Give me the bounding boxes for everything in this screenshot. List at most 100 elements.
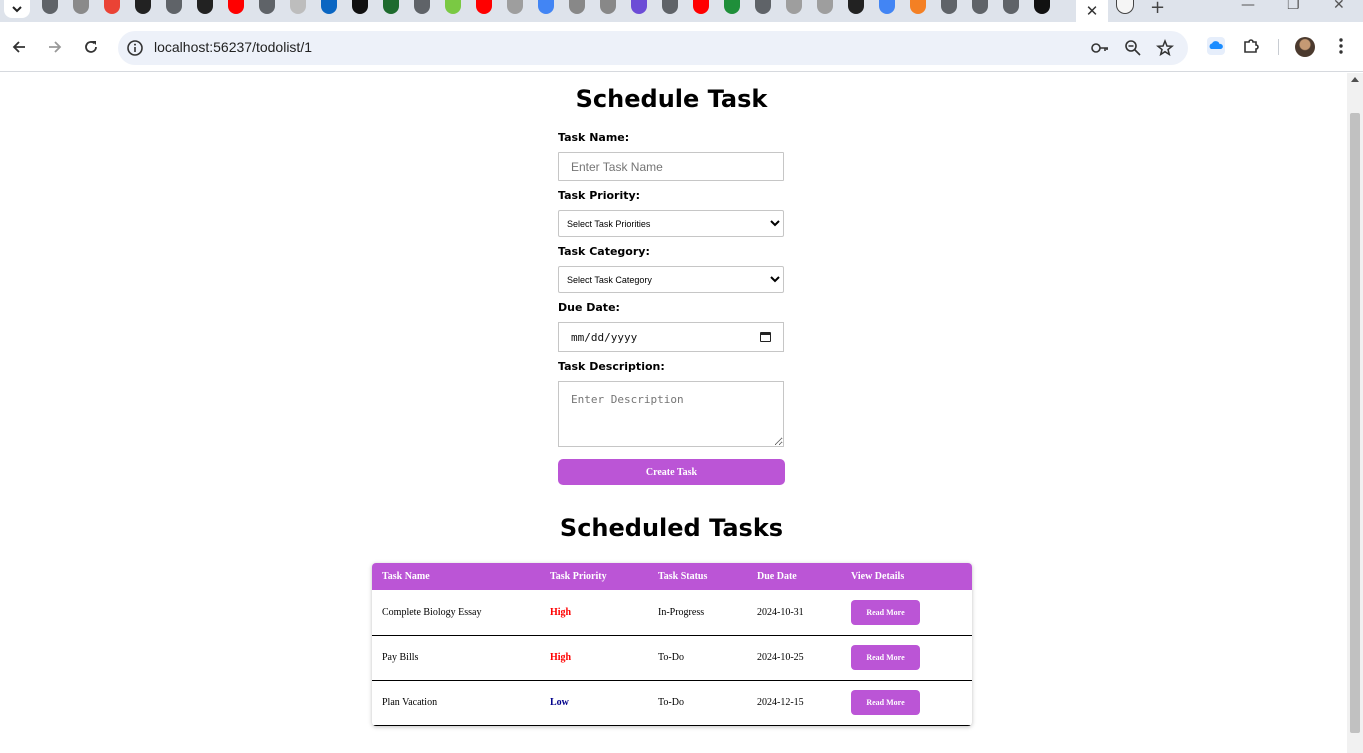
linkedin-icon[interactable] <box>321 0 337 14</box>
due-date-cell: 2024-10-31 <box>747 590 841 636</box>
google-icon[interactable] <box>879 0 895 14</box>
w-icon[interactable] <box>724 0 740 14</box>
minimize-button[interactable]: — <box>1241 0 1255 13</box>
column-header-task-priority: Task Priority <box>540 563 648 590</box>
cloud-icon[interactable] <box>445 0 461 14</box>
circle-icon[interactable] <box>817 0 833 14</box>
schedule-task-form: Task Name: Task Priority: Select Task Pr… <box>558 131 785 485</box>
view-details-cell: Read More <box>841 590 972 636</box>
shoe-icon[interactable] <box>600 0 616 14</box>
task-status-cell: To-Do <box>648 635 747 681</box>
cloud-extension-icon[interactable] <box>1206 36 1226 56</box>
kebab-menu-icon[interactable] <box>1334 36 1348 56</box>
read-more-button[interactable]: Read More <box>851 645 920 670</box>
github-icon[interactable] <box>197 0 213 14</box>
column-header-view-details: View Details <box>841 563 972 590</box>
youtube-icon[interactable] <box>228 0 244 14</box>
extensions-puzzle-icon[interactable] <box>1242 36 1262 56</box>
table-header-row: Task Name Task Priority Task Status Due … <box>372 563 972 590</box>
table-row: Plan Vacation Low To-Do 2024-12-15 Read … <box>372 680 972 726</box>
task-name-cell: Pay Bills <box>372 635 540 681</box>
calendar-icon[interactable] <box>760 332 771 342</box>
task-status-cell: In-Progress <box>648 590 747 636</box>
scroll-up-arrow-icon[interactable] <box>1351 77 1359 82</box>
shoe-icon[interactable] <box>569 0 585 14</box>
youtube-icon[interactable] <box>476 0 492 14</box>
column-header-task-status: Task Status <box>648 563 747 590</box>
task-category-select[interactable]: Select Task Category <box>558 266 784 293</box>
read-more-button[interactable]: Read More <box>851 599 920 625</box>
site-info-icon[interactable] <box>126 39 144 57</box>
task-priority-cell: High <box>540 590 648 636</box>
task-description-label: Task Description: <box>558 360 665 373</box>
due-date-cell: 2024-10-25 <box>747 635 841 681</box>
read-more-button[interactable]: Read More <box>851 690 920 715</box>
globe-icon[interactable] <box>941 0 957 14</box>
globe-icon[interactable] <box>662 0 678 14</box>
form-title: Schedule Task <box>575 85 768 113</box>
task-name-input[interactable] <box>558 152 784 181</box>
globe-icon[interactable] <box>972 0 988 14</box>
forward-button[interactable] <box>44 36 66 58</box>
task-description-textarea[interactable] <box>558 381 784 447</box>
column-header-task-name: Task Name <box>372 563 540 590</box>
bookmark-star-icon[interactable] <box>1156 39 1174 57</box>
circle-icon[interactable] <box>786 0 802 14</box>
page-scrollbar[interactable] <box>1347 73 1363 753</box>
tasks-table: Task Name Task Priority Task Status Due … <box>372 563 972 726</box>
globe-icon[interactable] <box>1003 0 1019 14</box>
stack-icon[interactable] <box>910 0 926 14</box>
due-date-value: mm/dd/yyyy <box>571 330 638 344</box>
google-icon[interactable] <box>538 0 554 14</box>
active-tab-close-button[interactable]: ✕ <box>1076 0 1108 22</box>
profile-avatar[interactable] <box>1295 37 1315 57</box>
back-button[interactable] <box>8 36 30 58</box>
medium-icon[interactable] <box>352 0 368 14</box>
task-name-label: Task Name: <box>558 131 630 144</box>
url-text[interactable]: localhost:56237/todolist/1 <box>154 39 312 55</box>
globe-icon[interactable] <box>755 0 771 14</box>
due-date-input[interactable]: mm/dd/yyyy <box>558 322 784 352</box>
browser-toolbar: localhost:56237/todolist/1 <box>0 22 1363 72</box>
close-window-button[interactable]: ✕ <box>1333 0 1345 13</box>
ninja-icon[interactable] <box>1034 0 1050 14</box>
github-icon[interactable] <box>848 0 864 14</box>
globe-icon[interactable] <box>414 0 430 14</box>
due-date-label: Due Date: <box>558 301 620 314</box>
gmail-icon[interactable] <box>104 0 120 14</box>
drop-icon[interactable] <box>507 0 523 14</box>
view-details-cell: Read More <box>841 680 972 726</box>
reload-button[interactable] <box>80 36 102 58</box>
task-name-cell: Plan Vacation <box>372 680 540 726</box>
task-priority-cell: High <box>540 635 648 681</box>
task-priority-select[interactable]: Select Task Priorities <box>558 210 784 237</box>
upwork-icon[interactable] <box>135 0 151 14</box>
task-priority-cell: Low <box>540 680 648 726</box>
meetup-icon[interactable] <box>383 0 399 14</box>
view-details-cell: Read More <box>841 635 972 681</box>
table-row: Complete Biology Essay High In-Progress … <box>372 590 972 636</box>
password-key-icon[interactable] <box>1090 39 1110 57</box>
extension-icon[interactable] <box>73 0 89 14</box>
page-viewport: Schedule Task Task Name: Task Priority: … <box>0 73 1347 753</box>
task-name-cell: Complete Biology Essay <box>372 590 540 636</box>
scroll-thumb[interactable] <box>1350 113 1360 733</box>
s-icon[interactable] <box>631 0 647 14</box>
zoom-icon[interactable] <box>1124 39 1142 57</box>
address-bar[interactable]: localhost:56237/todolist/1 <box>118 31 1188 65</box>
restore-button[interactable]: ❐ <box>1287 0 1300 13</box>
table-row: Pay Bills High To-Do 2024-10-25 Read Mor… <box>372 635 972 681</box>
angular-icon[interactable] <box>290 0 306 14</box>
tab-search-button[interactable] <box>4 0 30 18</box>
due-date-cell: 2024-12-15 <box>747 680 841 726</box>
new-tab-button[interactable]: + <box>1150 0 1165 18</box>
youtube-icon[interactable] <box>693 0 709 14</box>
globe-icon[interactable] <box>166 0 182 14</box>
globe-icon[interactable] <box>42 0 58 14</box>
column-header-due-date: Due Date <box>747 563 841 590</box>
create-task-button[interactable]: Create Task <box>558 459 785 485</box>
task-priority-label: Task Priority: <box>558 189 641 202</box>
ghost-tab-icon[interactable] <box>1116 0 1134 14</box>
globe-icon[interactable] <box>259 0 275 14</box>
arrow-right-icon <box>49 41 62 53</box>
